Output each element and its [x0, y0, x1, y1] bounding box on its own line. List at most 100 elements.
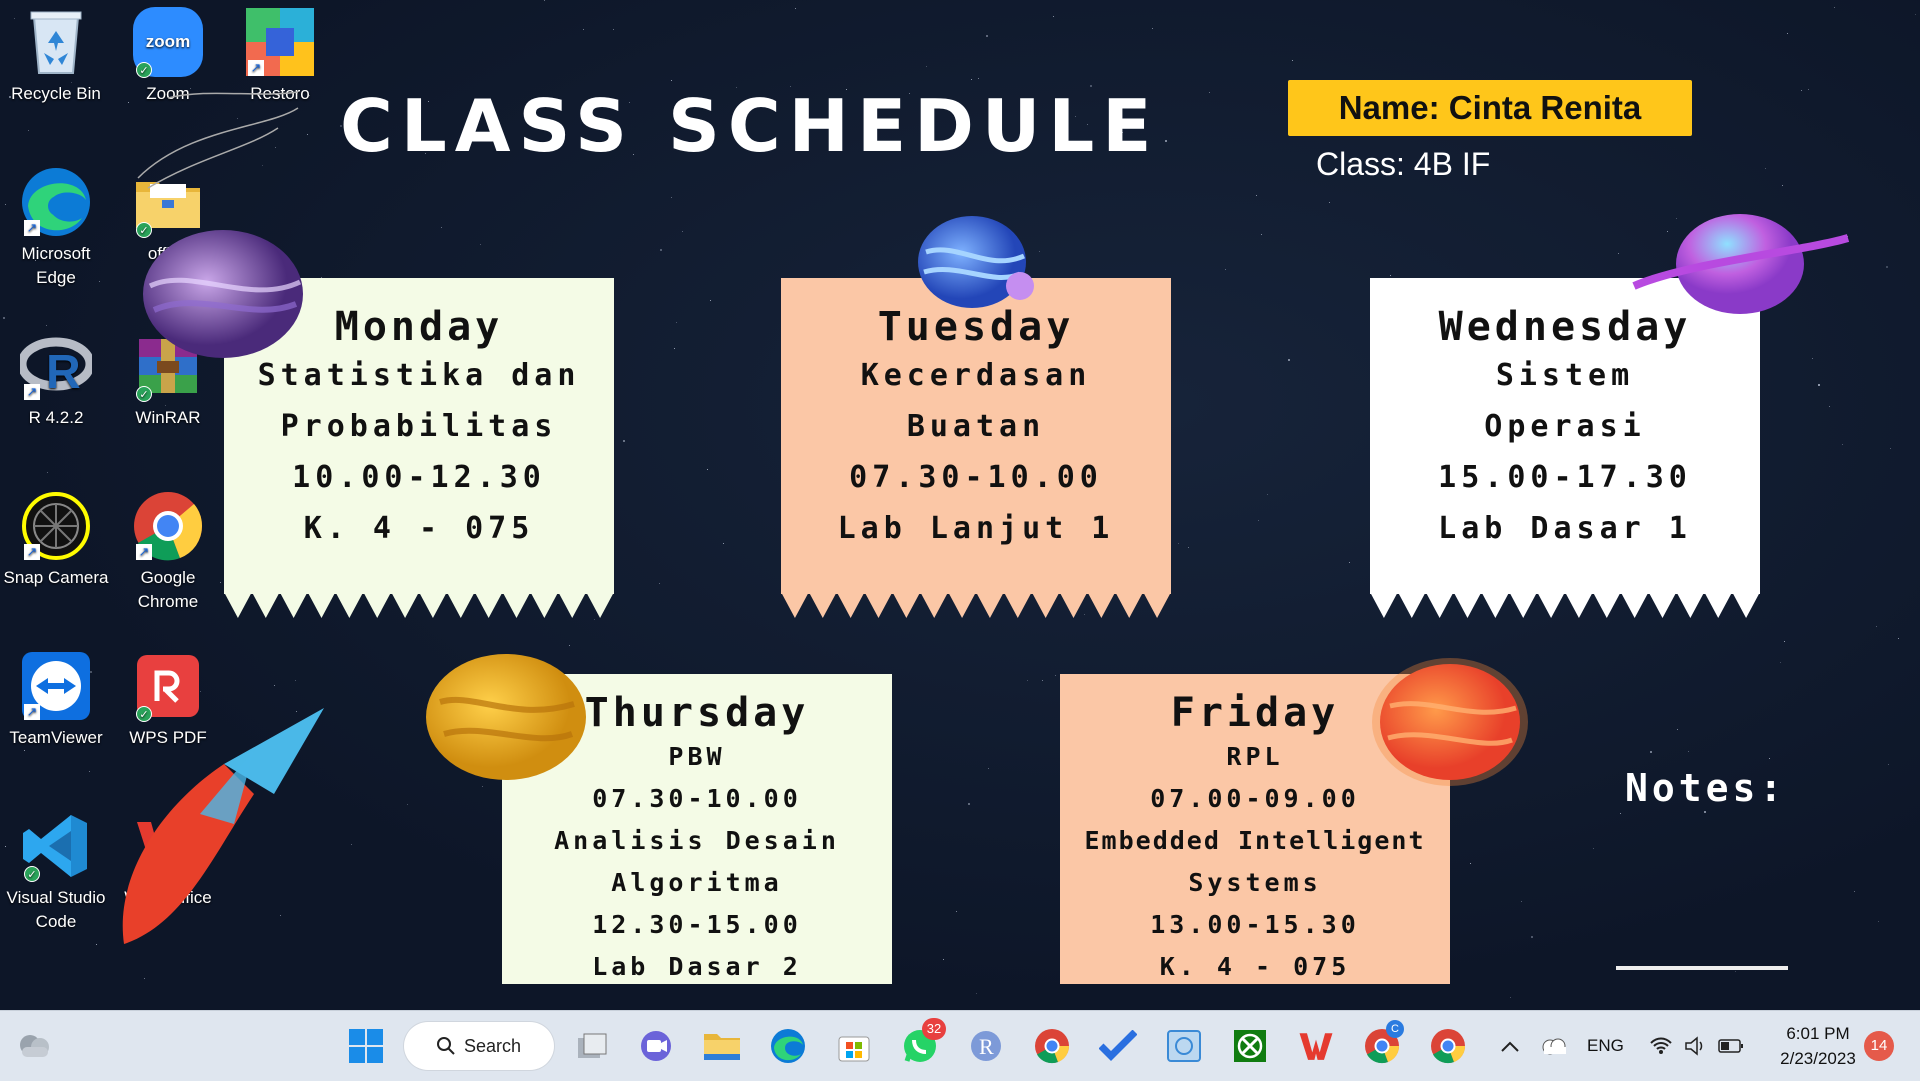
desktop-icon-vscode[interactable]: ✓ Visual Studio Code: [0, 810, 112, 934]
task-view-button[interactable]: [570, 1024, 614, 1068]
star-dot: [1261, 234, 1262, 235]
file-explorer-button[interactable]: [700, 1024, 744, 1068]
shortcut-arrow-icon: ↗: [24, 544, 40, 560]
star-dot: [1854, 891, 1855, 892]
chrome-profile-badge: C: [1386, 1020, 1404, 1038]
notification-center-badge[interactable]: 14: [1864, 1031, 1894, 1061]
edge-icon: [771, 1029, 805, 1063]
star-dot: [46, 325, 47, 326]
star-dot: [1769, 758, 1770, 759]
desktop-icon-teamviewer[interactable]: ↗ TeamViewer: [0, 650, 112, 750]
schedule-line: Lab Lanjut 1: [837, 511, 1115, 546]
teamviewer-icon: ↗: [20, 650, 92, 722]
onedrive-button[interactable]: [1540, 1011, 1568, 1081]
star-dot: [1349, 562, 1350, 563]
chrome-profile2-taskbar-button[interactable]: [1426, 1024, 1470, 1068]
desktop-icon-label: R 4.2.2: [28, 408, 84, 427]
schedule-line: Systems: [1188, 868, 1322, 897]
star-dot: [1209, 92, 1210, 93]
desktop-icon-recycle-bin[interactable]: Recycle Bin: [0, 6, 112, 106]
star-dot: [1390, 275, 1391, 276]
star-dot: [988, 768, 989, 769]
r-icon: R ↗: [20, 330, 92, 402]
star-dot: [1842, 444, 1843, 445]
star-dot: [1267, 494, 1268, 495]
star-dot: [1256, 195, 1257, 196]
desktop-icon-r[interactable]: R ↗ R 4.2.2: [0, 330, 112, 430]
torn-edge: [781, 592, 1171, 618]
star-dot: [583, 29, 584, 30]
clock-date: 2/23/2023: [1780, 1049, 1856, 1068]
checkmark-todo-icon: [1099, 1030, 1137, 1061]
schedule-line: Lab Dasar 1: [1438, 511, 1692, 546]
whatsapp-button[interactable]: 32: [898, 1018, 946, 1068]
schedule-line: Embedded Intelligent: [1084, 826, 1426, 855]
show-hidden-icons-button[interactable]: [1500, 1011, 1520, 1081]
taskbar-search-box[interactable]: Search: [404, 1022, 554, 1070]
chrome-taskbar-button[interactable]: [1030, 1024, 1074, 1068]
purple-planet-decoration: [143, 230, 303, 358]
chrome-icon: ↗: [132, 490, 204, 562]
quick-settings-button[interactable]: [1650, 1011, 1744, 1081]
todo-button[interactable]: [1096, 1024, 1140, 1068]
star-dot: [47, 472, 48, 473]
star-dot: [613, 29, 614, 30]
star-dot: [1027, 680, 1028, 681]
star-dot: [1521, 901, 1522, 902]
desktop-icon-edge[interactable]: ↗ Microsoft Edge: [0, 166, 112, 290]
star-dot: [1688, 751, 1689, 752]
r-taskbar-button[interactable]: R: [964, 1024, 1008, 1068]
star-dot: [1829, 406, 1830, 407]
student-name-badge: Name: Cinta Renita: [1288, 80, 1692, 136]
restoro-icon: ↗: [244, 6, 316, 78]
star-dot: [1042, 680, 1043, 681]
schedule-line: 07.30-10.00: [849, 460, 1103, 495]
sync-check-icon: ✓: [24, 866, 40, 882]
star-dot: [144, 978, 145, 979]
chrome-icon: [1035, 1029, 1070, 1064]
yellow-planet-decoration: [426, 654, 586, 780]
star-dot: [943, 959, 944, 960]
star-dot: [976, 993, 977, 994]
xbox-button[interactable]: [1228, 1024, 1272, 1068]
desktop-icon-label: Visual Studio Code: [6, 888, 106, 931]
desktop-icon-chrome[interactable]: ↗ Google Chrome: [112, 490, 224, 614]
blue-planet-decoration: [918, 216, 1034, 308]
teams-chat-button[interactable]: [634, 1024, 678, 1068]
weather-cloud-icon: [20, 1035, 49, 1057]
star-dot: [623, 440, 625, 442]
schedule-line: K. 4 - 075: [1159, 952, 1351, 981]
svg-text:R: R: [979, 1034, 994, 1059]
shortcut-arrow-icon: ↗: [24, 704, 40, 720]
chrome-profile-taskbar-button[interactable]: C: [1360, 1020, 1404, 1068]
wps-office-taskbar-button[interactable]: [1294, 1024, 1338, 1068]
star-dot: [1677, 729, 1678, 730]
star-dot: [659, 583, 660, 584]
wifi-icon: [1650, 1037, 1672, 1054]
microsoft-store-button[interactable]: [832, 1024, 876, 1068]
battery-icon: [1718, 1039, 1743, 1053]
star-dot: [1188, 547, 1189, 548]
star-dot: [96, 944, 97, 945]
student-class: Class: 4B IF: [1316, 146, 1491, 182]
start-button[interactable]: [344, 1024, 388, 1068]
torn-edge: [1370, 592, 1760, 618]
teams-chat-icon: [641, 1031, 671, 1061]
star-dot: [24, 750, 25, 751]
star-dot: [1834, 7, 1835, 8]
schedule-line: Probabilitas: [280, 409, 558, 444]
schedule-line: 12.30-15.00: [592, 910, 802, 939]
remote-desktop-button[interactable]: [1162, 1024, 1206, 1068]
shortcut-arrow-icon: ↗: [24, 384, 40, 400]
weather-widget-button[interactable]: [12, 1024, 56, 1068]
taskbar-clock[interactable]: 6:01 PM 2/23/2023: [1768, 1021, 1868, 1071]
file-explorer-icon: [704, 1034, 740, 1060]
schedule-line: Sistem: [1495, 358, 1635, 393]
star-dot: [1765, 168, 1766, 169]
edge-taskbar-button[interactable]: [766, 1024, 810, 1068]
schedule-line: Kecerdasan: [860, 358, 1092, 393]
desktop-icon-snap-camera[interactable]: ↗ Snap Camera: [0, 490, 112, 590]
star-dot: [407, 804, 408, 805]
microsoft-store-icon: [838, 1036, 870, 1062]
language-indicator[interactable]: ENG: [1587, 1011, 1624, 1081]
